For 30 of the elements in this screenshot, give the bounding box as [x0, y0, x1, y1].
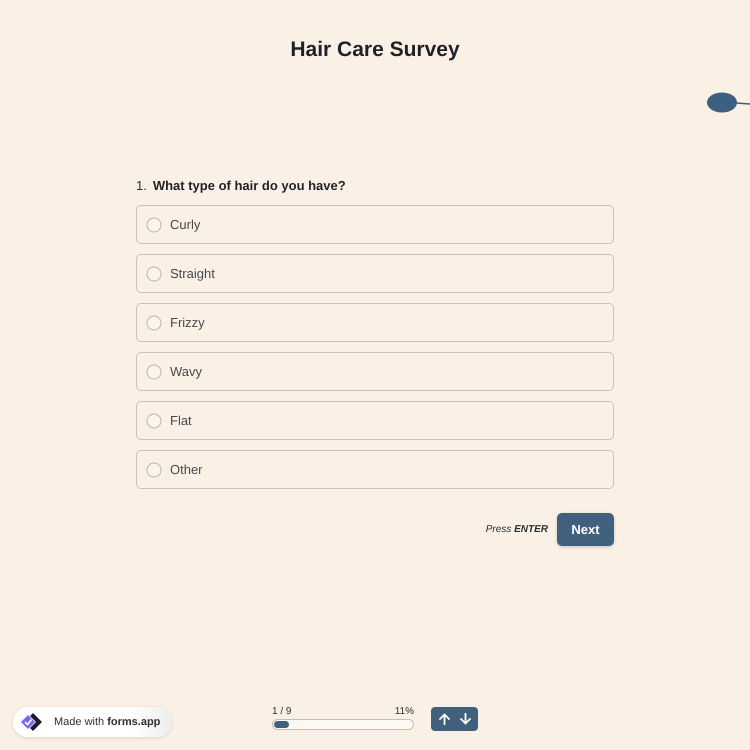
question-number: 1. — [136, 178, 147, 193]
progress-percent: 11% — [394, 706, 414, 718]
option-label: Wavy — [170, 364, 202, 379]
badge-text: Made with forms.app — [54, 716, 160, 728]
radio-icon[interactable] — [146, 314, 162, 330]
option-label: Flat — [170, 413, 192, 428]
option-label: Straight — [170, 266, 215, 281]
option-label: Frizzy — [170, 315, 205, 330]
radio-icon[interactable] — [146, 364, 162, 380]
survey-title: Hair Care Survey — [290, 38, 460, 62]
enter-hint: Press ENTER — [486, 524, 548, 535]
arrow-down-icon — [460, 713, 470, 725]
question-text: What type of hair do you have? — [152, 178, 346, 193]
option-label: Curly — [170, 217, 200, 232]
made-with-badge[interactable]: Made with forms.app — [13, 707, 172, 737]
answer-option[interactable]: Straight — [136, 254, 614, 293]
arrow-up-icon — [438, 713, 450, 725]
answer-option[interactable]: Wavy — [136, 352, 614, 391]
answer-option[interactable]: Curly — [136, 205, 614, 244]
radio-icon[interactable] — [146, 216, 162, 232]
option-label: Other — [170, 462, 203, 477]
ellipse-line-icon — [706, 92, 750, 113]
radio-icon[interactable] — [146, 412, 162, 428]
answer-option[interactable]: Other — [136, 450, 614, 489]
radio-icon[interactable] — [146, 266, 162, 282]
answer-option[interactable]: Frizzy — [136, 303, 614, 342]
answer-option[interactable]: Flat — [136, 401, 614, 440]
radio-icon[interactable] — [146, 462, 162, 478]
progress-count: 1 / 9 — [272, 706, 292, 718]
next-button[interactable]: Next — [557, 513, 614, 546]
